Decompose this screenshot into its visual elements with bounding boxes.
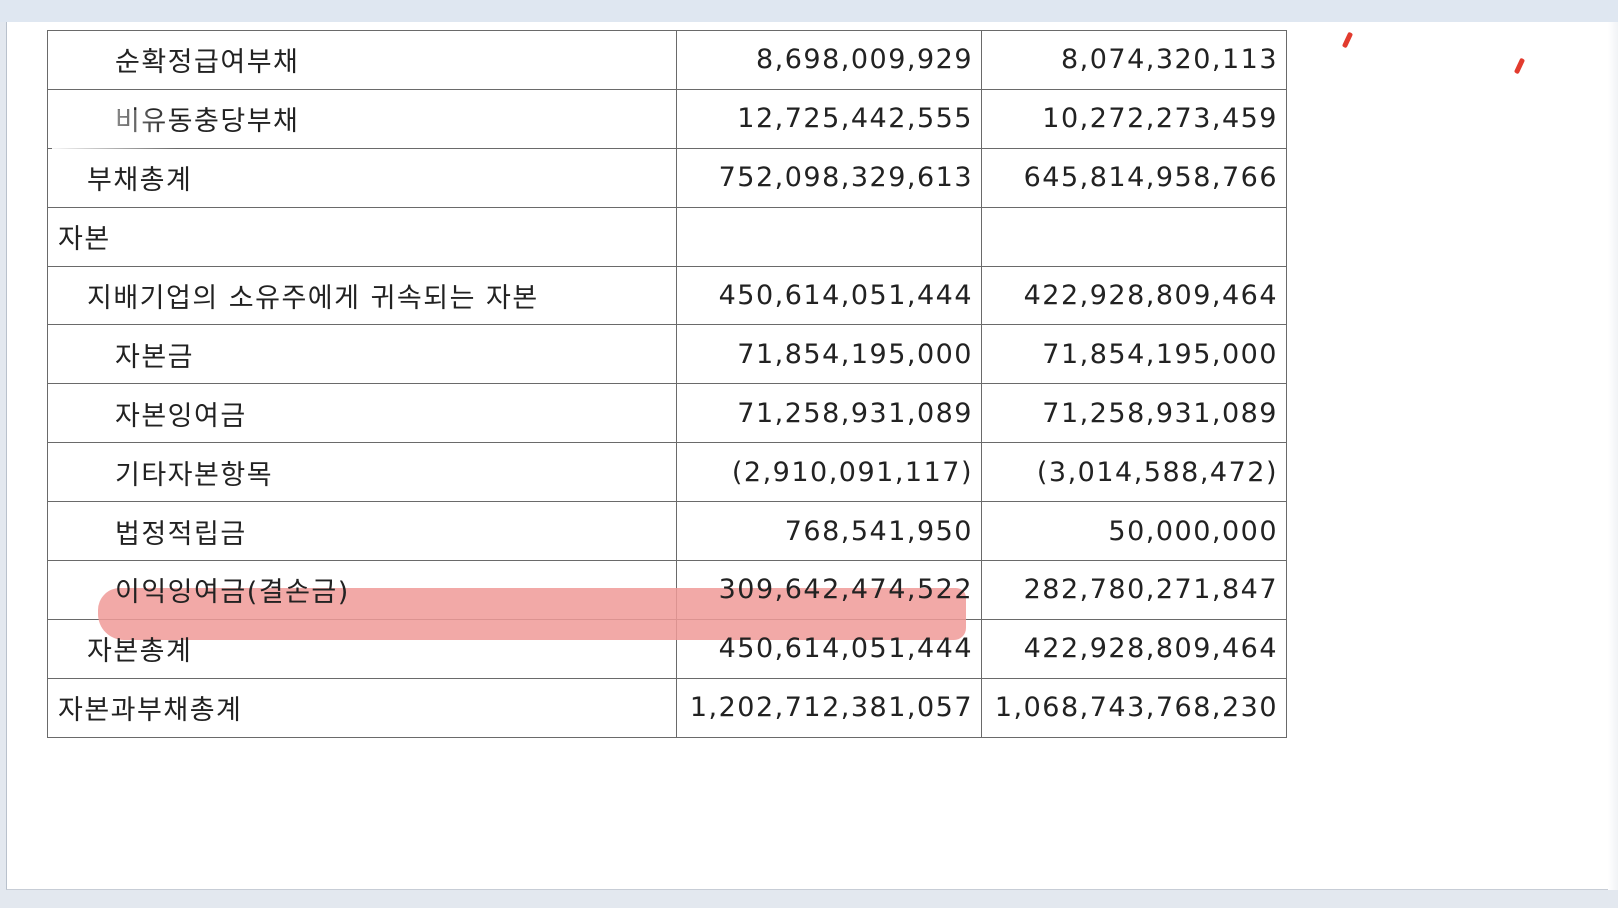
table-row: 자본과부채총계 1,202,712,381,057 1,068,743,768,… [47,677,1287,738]
prior-value: 282,780,271,847 [981,560,1287,620]
prior-value: 10,272,273,459 [981,88,1287,149]
row-label: 지배기업의 소유주에게 귀속되는 자본 [47,265,677,326]
current-value: 8,698,009,929 [676,30,982,90]
row-label: 법정적립금 [47,501,677,562]
prior-value: 71,258,931,089 [981,383,1287,444]
prior-value [981,206,1287,267]
row-label: 자본과부채총계 [47,677,677,738]
table-row: 법정적립금 768,541,950 50,000,000 [47,501,1287,562]
current-value: (2,910,091,117) [676,442,982,503]
prior-value: (3,014,588,472) [981,442,1287,503]
page-edge-shadow [1608,22,1618,890]
table-row: 기타자본항목 (2,910,091,117) (3,014,588,472) [47,442,1287,503]
row-label: 순확정급여부채 [47,30,677,90]
current-value: 1,202,712,381,057 [676,677,982,738]
current-value: 12,725,442,555 [676,88,982,149]
current-value: 752,098,329,613 [676,147,982,208]
row-label: 자본 [47,206,677,267]
current-value: 450,614,051,444 [676,265,982,326]
prior-value: 1,068,743,768,230 [981,677,1287,738]
current-value: 71,854,195,000 [676,324,982,385]
row-label: 기타자본항목 [47,442,677,503]
prior-value: 645,814,958,766 [981,147,1287,208]
erased-smudge [52,110,177,162]
current-value [676,206,982,267]
table-row: 지배기업의 소유주에게 귀속되는 자본 450,614,051,444 422,… [47,265,1287,326]
current-value: 768,541,950 [676,501,982,562]
table-row: 비유동충당부채 12,725,442,555 10,272,273,459 [47,88,1287,149]
prior-value: 422,928,809,464 [981,618,1287,679]
document-page: 순확정급여부채 8,698,009,929 8,074,320,113 비유동충… [6,22,1618,890]
prior-value: 422,928,809,464 [981,265,1287,326]
table-row: 자본 [47,206,1287,267]
table-row: 자본금 71,854,195,000 71,854,195,000 [47,324,1287,385]
table-row: 자본잉여금 71,258,931,089 71,258,931,089 [47,383,1287,444]
prior-value: 71,854,195,000 [981,324,1287,385]
pen-annotation-mark [1341,31,1354,49]
window-top-band [0,0,1618,22]
prior-value: 50,000,000 [981,501,1287,562]
table-row: 순확정급여부채 8,698,009,929 8,074,320,113 [47,30,1287,90]
row-label: 자본잉여금 [47,383,677,444]
table-row: 부채총계 752,098,329,613 645,814,958,766 [47,147,1287,208]
pen-annotation-mark [1513,57,1526,75]
prior-value: 8,074,320,113 [981,30,1287,90]
row-label: 자본금 [47,324,677,385]
current-value: 71,258,931,089 [676,383,982,444]
